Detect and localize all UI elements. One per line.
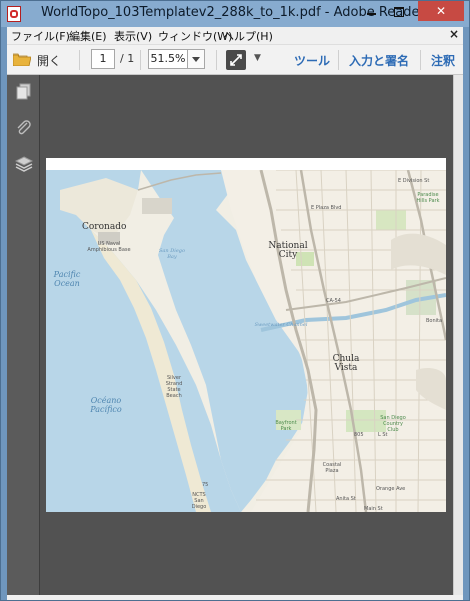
menu-edit[interactable]: 編集(E) bbox=[69, 28, 107, 44]
map-label-bonita: Bonita bbox=[426, 318, 443, 324]
map-label-oceano-pacifico: Océano Pacífico bbox=[90, 396, 122, 414]
open-button[interactable]: 開く bbox=[13, 50, 69, 70]
more-tools-icon[interactable]: ▼ bbox=[254, 53, 261, 63]
minimize-icon bbox=[366, 12, 376, 15]
menu-bar: ファイル(F) 編集(E) 表示(V) ウィンドウ(W) ヘルプ(H) × bbox=[7, 27, 463, 44]
map-label-national-city: National City bbox=[268, 241, 308, 260]
comment-button[interactable]: 注釈 bbox=[431, 52, 455, 69]
zoom-dropdown-button[interactable] bbox=[187, 49, 205, 69]
page-number-input[interactable]: 1 bbox=[91, 49, 115, 69]
minimize-button[interactable] bbox=[357, 1, 385, 21]
toolbar-separator bbox=[216, 50, 217, 70]
maximize-icon bbox=[394, 6, 404, 17]
menu-file[interactable]: ファイル(F) bbox=[11, 28, 70, 44]
map-label-coastal-plaza: Coastal Plaza bbox=[322, 462, 342, 474]
tools-button[interactable]: ツール bbox=[294, 52, 330, 69]
pdf-page: Coronado US Naval Amphibious Base Pacifi… bbox=[46, 158, 446, 512]
map-label-route-805: 805 bbox=[354, 432, 364, 438]
close-window-button[interactable]: ✕ bbox=[418, 1, 464, 21]
fill-sign-button[interactable]: 入力と署名 bbox=[349, 52, 409, 69]
topo-map: Coronado US Naval Amphibious Base Pacifi… bbox=[46, 170, 446, 512]
map-label-chula-vista: Chula Vista bbox=[332, 354, 360, 373]
page-total: / 1 bbox=[120, 52, 135, 65]
map-label-main-st: Main St bbox=[364, 506, 383, 512]
fit-page-button[interactable] bbox=[226, 50, 246, 70]
close-document-button[interactable]: × bbox=[449, 27, 459, 41]
attachment-icon[interactable] bbox=[15, 119, 33, 137]
map-label-ncts: NCTS San Diego bbox=[191, 492, 207, 510]
map-label-silver-strand: Silver Strand State Beach bbox=[165, 375, 183, 399]
layers-icon[interactable] bbox=[15, 155, 33, 173]
map-label-navy-base: US Naval Amphibious Base bbox=[87, 241, 131, 253]
map-label-anita-st: Anita St bbox=[336, 496, 356, 502]
title-bar[interactable]: WorldTopo_103Templatev2_288k_to_1k.pdf -… bbox=[1, 1, 469, 27]
pages-icon[interactable] bbox=[15, 83, 33, 101]
map-label-e-plaza: E Plaza Blvd bbox=[311, 205, 342, 211]
map-label-ca54: CA-54 bbox=[326, 298, 341, 304]
menu-help[interactable]: ヘルプ(H) bbox=[223, 28, 273, 44]
zoom-input[interactable]: 51.5% bbox=[148, 49, 188, 69]
maximize-button[interactable] bbox=[385, 1, 413, 21]
map-label-l-st: L St bbox=[378, 432, 388, 438]
map-label-coronado: Coronado bbox=[82, 222, 127, 232]
expand-icon bbox=[230, 54, 242, 66]
navigation-pane bbox=[7, 75, 40, 595]
map-label-sweetwater: Sweetwater Channel bbox=[254, 322, 308, 328]
map-label-san-diego-bay: San Diego Bay bbox=[159, 248, 185, 260]
open-label: 開く bbox=[37, 54, 62, 68]
vertical-scrollbar[interactable] bbox=[453, 75, 463, 595]
toolbar-separator bbox=[79, 50, 80, 70]
adobe-reader-icon bbox=[7, 6, 21, 22]
toolbar-separator bbox=[420, 50, 421, 70]
toolbar: 開く 1 / 1 51.5% ▼ ツール 入力と署名 注釈 bbox=[7, 44, 463, 75]
toolbar-separator bbox=[338, 50, 339, 70]
menu-window[interactable]: ウィンドウ(W) bbox=[158, 28, 232, 44]
map-label-bayfront-park: Bayfront Park bbox=[275, 420, 297, 432]
folder-icon bbox=[13, 53, 31, 66]
map-label-paradise-hills: Paradise Hills Park bbox=[416, 192, 440, 204]
map-label-e-division: E Division St bbox=[398, 178, 430, 184]
bottom-frame bbox=[7, 595, 463, 600]
map-label-country-club: San Diego Country Club bbox=[380, 415, 406, 433]
reader-window: WorldTopo_103Templatev2_288k_to_1k.pdf -… bbox=[0, 0, 470, 601]
toolbar-separator bbox=[140, 50, 141, 70]
map-label-pacific-ocean: Pacific Ocean bbox=[53, 270, 81, 288]
map-label-route-75: 75 bbox=[202, 482, 209, 488]
map-label-orange-ave: Orange Ave bbox=[376, 486, 406, 492]
menu-view[interactable]: 表示(V) bbox=[114, 28, 152, 44]
